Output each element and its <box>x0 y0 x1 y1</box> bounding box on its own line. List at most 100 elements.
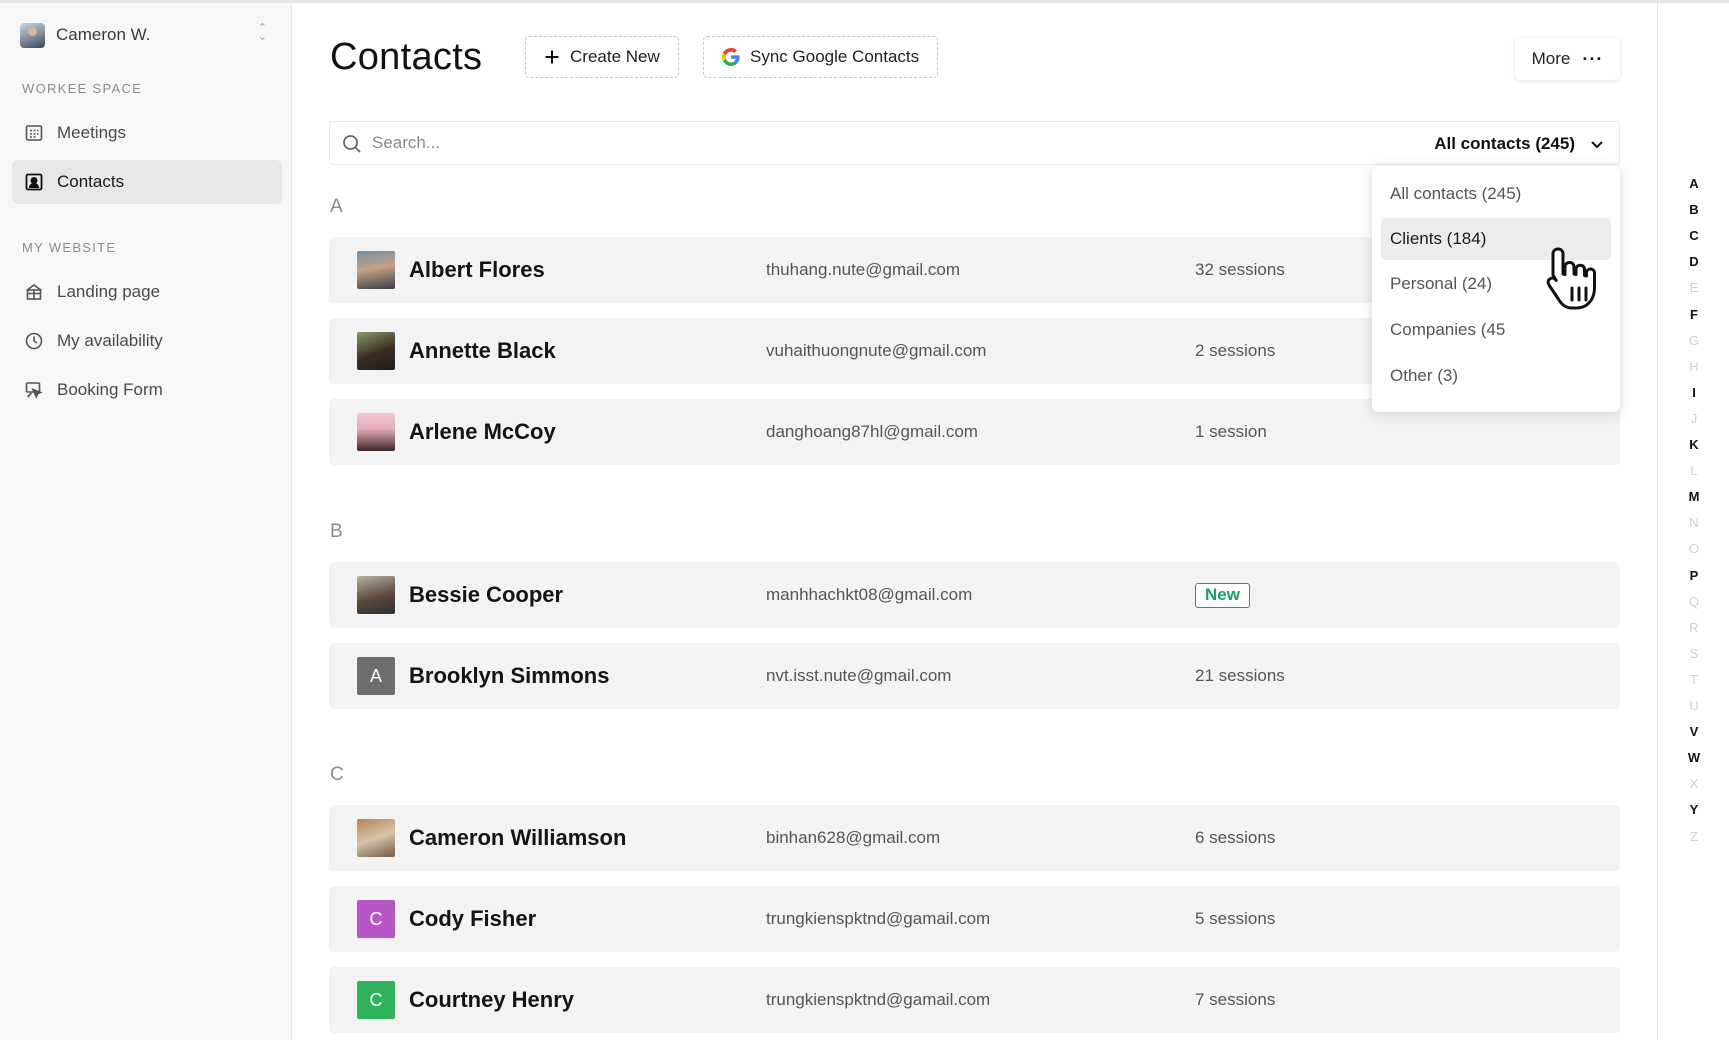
group-letter-a: A <box>330 196 343 217</box>
sidebar-item-label: Booking Form <box>57 380 163 399</box>
filter-option-all-contacts[interactable]: All contacts (245) <box>1381 173 1611 215</box>
sync-google-label: Sync Google Contacts <box>750 47 920 66</box>
sidebar-item-label: Meetings <box>57 123 126 142</box>
storefront-icon <box>23 281 45 303</box>
contact-row[interactable]: A Brooklyn Simmons nvt.isst.nute@gmail.c… <box>329 643 1620 709</box>
contact-email: vuhaithuongnute@gmail.com <box>766 341 987 360</box>
alphabet-letter-e: E <box>1689 280 1699 296</box>
contact-row[interactable]: C Cody Fisher trungkienspktnd@gamail.com… <box>329 886 1620 952</box>
more-button[interactable]: More ··· <box>1515 38 1620 80</box>
hand-cursor-icon <box>1546 247 1596 310</box>
contact-name: Cody Fisher <box>409 906 537 931</box>
alphabet-letter-u: U <box>1689 698 1699 713</box>
contact-row[interactable]: Bessie Cooper manhhachkt08@gmail.com New <box>329 562 1620 628</box>
alphabet-letter-w[interactable]: W <box>1658 750 1729 765</box>
sidebar-item-booking-form[interactable]: Booking Form <box>12 368 282 412</box>
alphabet-letter-r: R <box>1689 619 1699 635</box>
contact-avatar <box>357 251 395 289</box>
search-input[interactable] <box>372 128 1272 158</box>
contact-email: trungkienspktnd@gamail.com <box>766 909 991 928</box>
contact-avatar <box>357 819 395 857</box>
ellipsis-icon: ··· <box>1582 48 1604 69</box>
contact-sessions: 1 session <box>1195 422 1267 441</box>
form-cursor-icon <box>23 379 45 401</box>
sidebar-item-landing-page[interactable]: Landing page <box>12 270 282 314</box>
contact-email: thuhang.nute@gmail.com <box>766 260 960 279</box>
group-letter-c: C <box>330 764 344 785</box>
create-new-label: Create New <box>570 47 660 66</box>
contact-email: nvt.isst.nute@gmail.com <box>766 666 952 685</box>
search-bar: All contacts (245) <box>329 121 1620 165</box>
more-label: More <box>1531 49 1571 68</box>
alphabet-letter-g: G <box>1688 332 1700 348</box>
sidebar-item-meetings[interactable]: Meetings <box>12 111 282 155</box>
create-new-button[interactable]: Create New <box>525 36 679 78</box>
clock-icon <box>23 330 45 352</box>
contact-avatar <box>357 332 395 370</box>
contact-sessions: 21 sessions <box>1195 666 1285 685</box>
contact-name: Arlene McCoy <box>409 419 556 444</box>
chevron-down-icon <box>1591 141 1603 149</box>
alphabet-letter-y[interactable]: Y <box>1658 802 1729 817</box>
contact-sessions: 7 sessions <box>1195 990 1276 1009</box>
contact-avatar-initial: A <box>357 657 395 695</box>
page-title: Contacts <box>330 36 483 78</box>
section-label-workee-space: WORKEE SPACE <box>22 81 143 96</box>
contact-name: Bessie Cooper <box>409 582 564 607</box>
sidebar-item-contacts[interactable]: Contacts <box>12 160 282 204</box>
sidebar-item-label: Landing page <box>57 282 161 301</box>
contact-name: Brooklyn Simmons <box>409 663 610 688</box>
alphabet-letter-k[interactable]: K <box>1658 437 1729 452</box>
contact-filter-select[interactable]: All contacts (245) <box>1434 130 1605 158</box>
contact-email: manhhachkt08@gmail.com <box>766 585 973 604</box>
alphabet-letter-j: J <box>1690 410 1698 426</box>
alphabet-letter-z: Z <box>1690 828 1698 844</box>
alphabet-index: ABCDEFGHIJKLMNOPQRSTUVWXYZ <box>1657 3 1729 1040</box>
calendar-icon <box>23 122 45 144</box>
plus-icon <box>544 49 560 65</box>
search-icon <box>343 135 361 153</box>
contact-avatar-initial: C <box>357 900 395 938</box>
new-badge: New <box>1195 583 1250 608</box>
sidebar-item-label: My availability <box>57 331 163 350</box>
contact-row[interactable]: Cameron Williamson binhan628@gmail.com 6… <box>329 805 1620 871</box>
group-letter-b: B <box>330 521 343 542</box>
contact-sessions: 5 sessions <box>1195 909 1276 928</box>
contact-name: Annette Black <box>409 338 556 363</box>
sync-google-contacts-button[interactable]: Sync Google Contacts <box>703 36 939 78</box>
contact-name: Albert Flores <box>409 257 545 282</box>
alphabet-letter-v[interactable]: V <box>1658 724 1729 739</box>
contact-sessions: 6 sessions <box>1195 828 1276 847</box>
contact-row[interactable]: C Courtney Henry trungkienspktnd@gamail.… <box>329 967 1620 1033</box>
contact-filter-value: All contacts (245) <box>1434 134 1575 153</box>
alphabet-letter-s: S <box>1689 645 1699 661</box>
contact-avatar <box>357 413 395 451</box>
alphabet-letter-o: O <box>1688 541 1700 557</box>
contact-sessions: 32 sessions <box>1195 260 1285 279</box>
alphabet-letter-m[interactable]: M <box>1658 489 1729 504</box>
chevron-updown-icon: ⌃ ⌄ <box>257 22 267 43</box>
filter-option-companies[interactable]: Companies (45 <box>1381 309 1611 351</box>
alphabet-letter-c[interactable]: C <box>1658 228 1729 243</box>
google-logo-icon <box>722 48 740 66</box>
contact-avatar-initial: C <box>357 981 395 1019</box>
alphabet-letter-q: Q <box>1688 593 1700 609</box>
alphabet-letter-f[interactable]: F <box>1658 307 1729 322</box>
alphabet-letter-d[interactable]: D <box>1658 254 1729 269</box>
alphabet-letter-i[interactable]: I <box>1658 385 1729 400</box>
user-name: Cameron W. <box>56 25 151 44</box>
sidebar-item-my-availability[interactable]: My availability <box>12 319 282 363</box>
contact-email: trungkienspktnd@gamail.com <box>766 990 991 1009</box>
user-switcher[interactable]: Cameron W. ⌃ ⌄ <box>20 20 275 50</box>
alphabet-letter-a[interactable]: A <box>1658 176 1729 191</box>
alphabet-letter-p[interactable]: P <box>1658 568 1729 583</box>
contact-name: Courtney Henry <box>409 987 575 1012</box>
alphabet-letter-t: T <box>1690 671 1698 687</box>
alphabet-letter-b[interactable]: B <box>1658 202 1729 217</box>
contact-name: Cameron Williamson <box>409 825 627 850</box>
filter-option-other[interactable]: Other (3) <box>1381 355 1611 397</box>
contact-avatar <box>357 576 395 614</box>
contact-card-icon <box>23 171 45 193</box>
user-avatar <box>20 22 45 48</box>
alphabet-letter-n: N <box>1689 515 1699 531</box>
